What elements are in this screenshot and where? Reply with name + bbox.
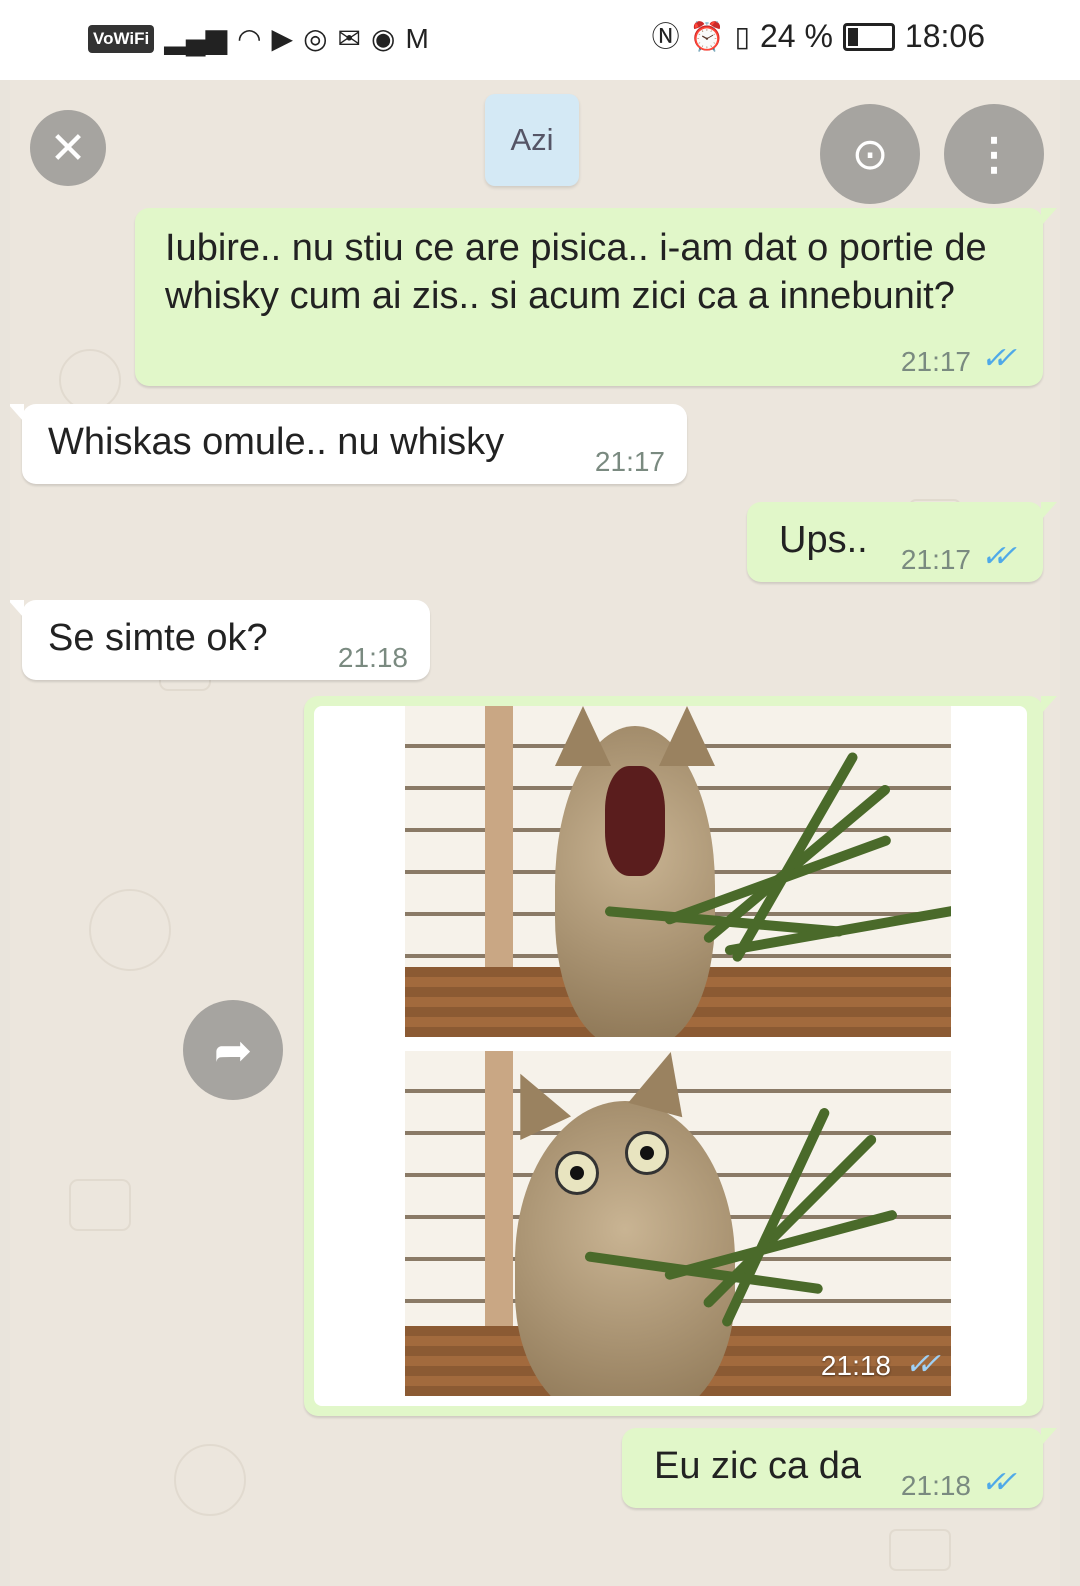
gmail-icon: M bbox=[405, 23, 429, 54]
message-text: Ups.. bbox=[779, 519, 868, 561]
cat-eye bbox=[555, 1151, 599, 1195]
message-bubble-outgoing[interactable]: Iubire.. nu stiu ce are pisica.. i-am da… bbox=[135, 208, 1057, 386]
close-button[interactable]: ✕ bbox=[30, 110, 106, 186]
lens-button[interactable]: ⊙ bbox=[820, 104, 920, 204]
message-bubble-incoming[interactable]: Se simte ok? 21:18 bbox=[10, 600, 430, 680]
message-bubble-incoming[interactable]: Whiskas omule.. nu whisky 21:17 bbox=[10, 404, 687, 484]
read-ticks-icon: ✓✓ bbox=[904, 1348, 941, 1381]
read-ticks-icon: ✓✓ bbox=[980, 540, 1017, 573]
status-bar: VoWiFi ▂▄▆ ◠ ▶ ◎ ✉ ◉ M Ⓝ ⏰ ▯ 24 % 18:06 bbox=[0, 0, 1080, 80]
message-time: 21:17 bbox=[900, 544, 971, 575]
mail-icon: ✉ bbox=[337, 23, 361, 54]
cat-eye bbox=[625, 1131, 669, 1175]
more-button[interactable]: ⋮ bbox=[944, 104, 1044, 204]
cat-ear bbox=[659, 706, 715, 766]
cat-photo-bottom[interactable]: 21:18 ✓✓ bbox=[405, 1051, 951, 1396]
vowifi-badge: VoWiFi bbox=[88, 25, 155, 53]
image-frame: 21:18 ✓✓ bbox=[314, 706, 1027, 1406]
vibrate-icon: ▯ bbox=[734, 20, 750, 52]
close-icon: ✕ bbox=[49, 123, 87, 173]
message-bubble-outgoing[interactable]: Ups.. 21:17 ✓✓ bbox=[747, 502, 1057, 582]
message-time: 21:17 bbox=[900, 346, 971, 377]
date-chip: Azi bbox=[485, 94, 579, 186]
message-text: Eu zic ca da bbox=[654, 1445, 861, 1487]
forward-icon: ➦ bbox=[213, 1024, 253, 1076]
message-text: Iubire.. nu stiu ce are pisica.. i-am da… bbox=[165, 227, 987, 317]
read-ticks-icon: ✓✓ bbox=[980, 1466, 1017, 1499]
cat-ear bbox=[555, 706, 611, 766]
app-icon: ◉ bbox=[371, 23, 396, 54]
battery-icon bbox=[842, 22, 895, 51]
wifi-icon: ◠ bbox=[237, 23, 262, 54]
status-left: VoWiFi ▂▄▆ ◠ ▶ ◎ ✉ ◉ M bbox=[88, 22, 429, 56]
message-time: 21:18 bbox=[900, 1470, 971, 1501]
nfc-icon: Ⓝ bbox=[651, 20, 680, 52]
more-icon: ⋮ bbox=[972, 129, 1016, 179]
image-message-bubble[interactable]: 21:18 ✓✓ bbox=[304, 696, 1057, 1416]
message-time: 21:18 bbox=[337, 642, 408, 673]
forward-button[interactable]: ➦ bbox=[183, 1000, 283, 1100]
message-text: Se simte ok? bbox=[48, 617, 268, 659]
clock: 18:06 bbox=[904, 18, 985, 54]
cat-photo-top[interactable] bbox=[405, 706, 951, 1037]
status-right: Ⓝ ⏰ ▯ 24 % 18:06 bbox=[652, 18, 985, 55]
instagram-icon: ◎ bbox=[303, 23, 328, 54]
lens-icon: ⊙ bbox=[851, 129, 889, 179]
message-time: 21:17 bbox=[594, 446, 665, 477]
chat-screenshot: Azi Iubire.. nu stiu ce are pisica.. i-a… bbox=[10, 80, 1060, 1586]
read-ticks-icon: ✓✓ bbox=[980, 342, 1017, 375]
battery-percent: 24 % bbox=[759, 18, 833, 54]
battery-fill bbox=[847, 27, 858, 46]
youtube-icon: ▶ bbox=[271, 23, 294, 54]
image-time: 21:18 bbox=[820, 1350, 891, 1381]
alarm-icon: ⏰ bbox=[689, 20, 725, 52]
cat-mouth bbox=[605, 766, 665, 876]
signal-icon: ▂▄▆ bbox=[164, 23, 228, 54]
message-bubble-outgoing[interactable]: Eu zic ca da 21:18 ✓✓ bbox=[622, 1428, 1057, 1508]
message-text: Whiskas omule.. nu whisky bbox=[48, 421, 505, 463]
